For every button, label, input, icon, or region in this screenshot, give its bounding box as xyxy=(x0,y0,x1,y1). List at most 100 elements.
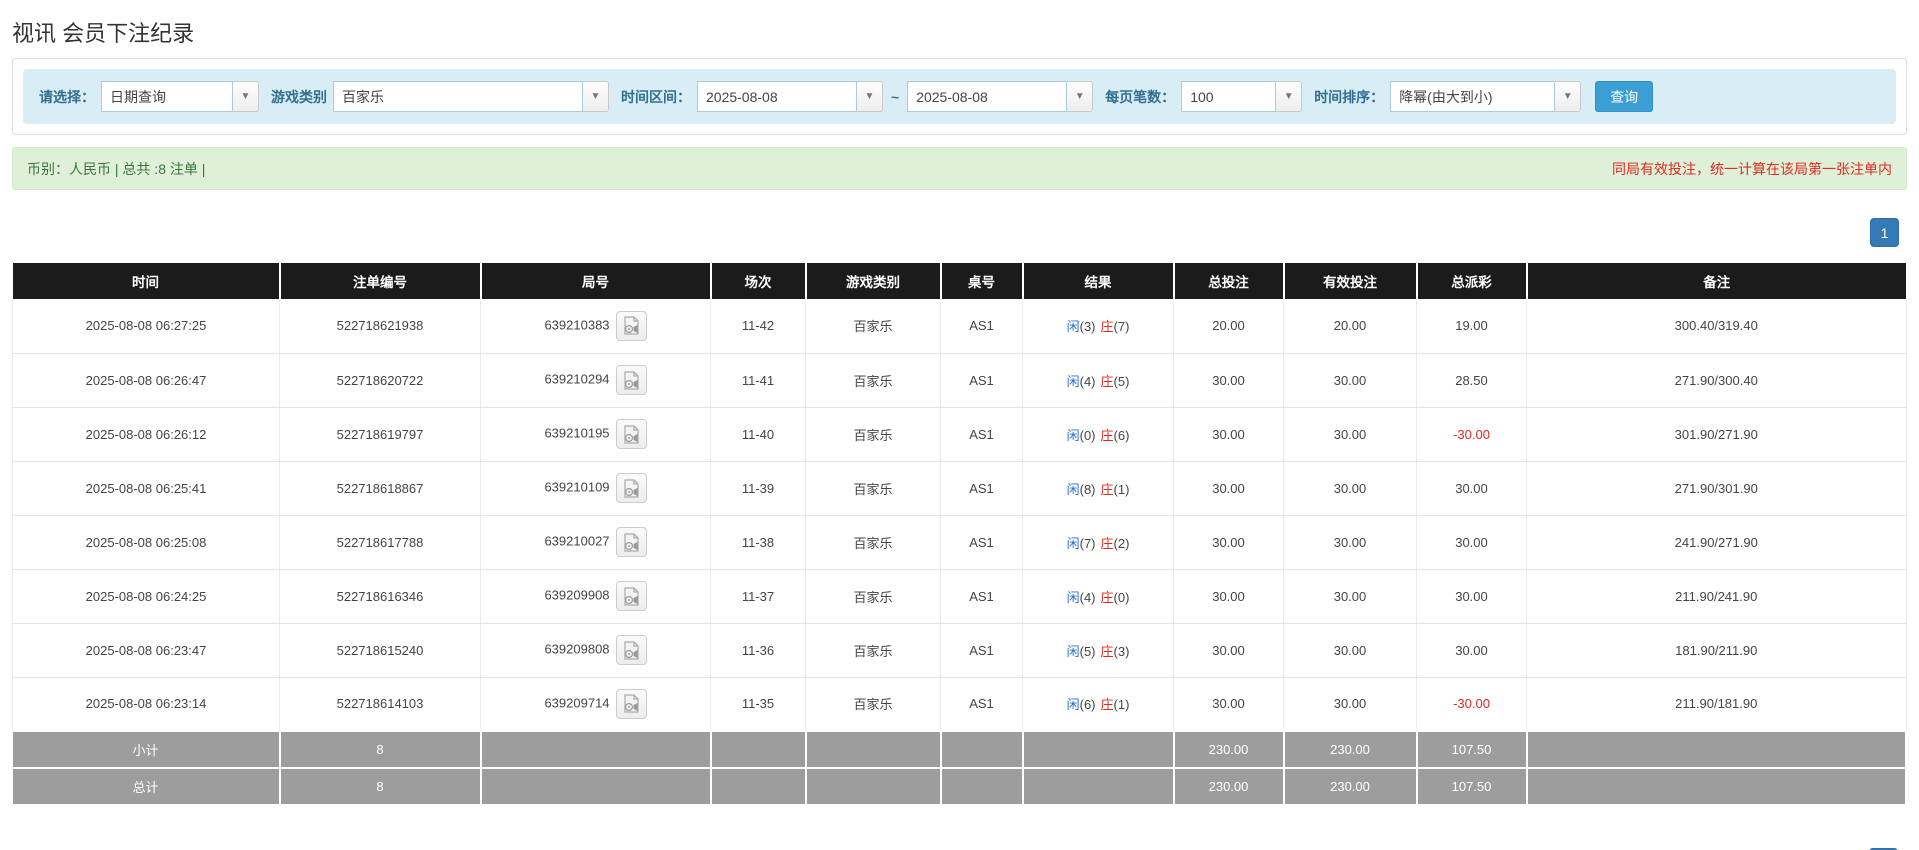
game-type-select[interactable]: ▼ xyxy=(333,81,609,112)
date-from-field[interactable] xyxy=(697,81,857,112)
cell-time: 2025-08-08 06:26:12 xyxy=(12,407,280,462)
cell-game-type: 百家乐 xyxy=(805,623,941,678)
total-total-bet: 230.00 xyxy=(1173,767,1285,806)
records-table: 时间 注单编号 局号 场次 游戏类别 桌号 结果 总投注 有效投注 总派彩 备注 2025-08-0… xyxy=(12,263,1907,806)
player-label: 闲 xyxy=(1066,535,1080,551)
search-button[interactable]: 查询 xyxy=(1595,81,1654,112)
time-sort-select[interactable]: ▼ xyxy=(1390,81,1582,112)
cell-table-no: AS1 xyxy=(940,407,1023,462)
cell-note: 181.90/211.90 xyxy=(1526,623,1907,678)
round-id-text: 639210383 xyxy=(544,317,610,333)
cell-bet-id: 522718618867 xyxy=(279,461,481,516)
total-bet-link[interactable]: 30.00 xyxy=(1173,461,1284,516)
cell-table-no: AS1 xyxy=(940,623,1023,678)
cell-game-type: 百家乐 xyxy=(805,353,941,408)
cell-bet-id: 522718614103 xyxy=(279,677,481,732)
cell-payout: 28.50 xyxy=(1416,353,1527,408)
column-header: 备注 xyxy=(1526,263,1906,299)
video-replay-button[interactable] xyxy=(615,688,647,719)
total-bet-link[interactable]: 30.00 xyxy=(1173,353,1284,408)
banker-count: (6) xyxy=(1113,427,1130,443)
video-replay-button[interactable] xyxy=(615,581,647,611)
page-size-label: 每页笔数： xyxy=(1105,88,1176,105)
chevron-down-icon[interactable]: ▼ xyxy=(857,81,883,112)
subtotal-row: 小计 8 230.00 230.00 107.50 xyxy=(12,730,1907,769)
column-header: 时间 xyxy=(12,263,281,299)
player-label: 闲 xyxy=(1066,697,1080,713)
cell-round-id: 639209908 xyxy=(480,569,711,624)
player-label: 闲 xyxy=(1066,643,1080,659)
cell-round-id: 639210294 xyxy=(480,353,711,408)
chevron-down-icon[interactable]: ▼ xyxy=(583,81,609,112)
cell-bet-id: 522718621938 xyxy=(279,299,481,354)
cell-valid-bet: 30.00 xyxy=(1283,677,1417,732)
player-count: (5) xyxy=(1079,643,1096,659)
video-replay-icon xyxy=(623,370,639,390)
cell-time: 2025-08-08 06:24:25 xyxy=(12,569,280,624)
chevron-down-icon[interactable]: ▼ xyxy=(1276,81,1303,112)
round-id-text: 639210195 xyxy=(544,425,610,441)
cell-payout: 19.00 xyxy=(1416,299,1527,354)
total-bet-link[interactable]: 30.00 xyxy=(1173,677,1284,732)
cell-payout: 30.00 xyxy=(1416,623,1527,678)
player-count: (8) xyxy=(1079,481,1096,497)
date-to-picker[interactable]: ▼ xyxy=(907,81,1094,112)
page-size-select[interactable]: ▼ xyxy=(1181,81,1303,112)
cell-result: 闲(8) 庄(1) xyxy=(1022,461,1174,516)
table-row: 2025-08-08 06:26:12 522718619797 6392101… xyxy=(12,407,1907,462)
banker-label: 庄 xyxy=(1100,643,1114,659)
banker-count: (0) xyxy=(1113,589,1130,605)
time-range-label: 时间区间： xyxy=(621,88,691,105)
column-header: 游戏类别 xyxy=(805,263,942,299)
subtotal-count: 8 xyxy=(279,730,482,769)
video-replay-button[interactable] xyxy=(615,310,647,341)
date-to-field[interactable] xyxy=(907,81,1068,112)
round-id-text: 639209808 xyxy=(544,641,610,657)
video-replay-button[interactable] xyxy=(615,473,647,503)
video-replay-button[interactable] xyxy=(615,635,647,665)
select-type-label: 请选择： xyxy=(39,88,95,105)
banker-label: 庄 xyxy=(1100,373,1114,389)
cell-table-no: AS1 xyxy=(940,461,1023,516)
cell-round-id: 639210195 xyxy=(480,407,711,462)
banker-label: 庄 xyxy=(1100,535,1114,551)
column-header: 场次 xyxy=(710,263,807,299)
page-size-value[interactable] xyxy=(1181,81,1277,112)
query-type-value[interactable] xyxy=(101,81,233,112)
cell-game-type: 百家乐 xyxy=(805,407,941,462)
video-replay-button[interactable] xyxy=(615,419,647,449)
cell-valid-bet: 30.00 xyxy=(1283,353,1417,408)
date-from-picker[interactable]: ▼ xyxy=(697,81,883,112)
chevron-down-icon[interactable]: ▼ xyxy=(233,81,259,112)
cell-valid-bet: 20.00 xyxy=(1283,299,1417,354)
total-bet-link[interactable]: 30.00 xyxy=(1173,515,1284,570)
query-type-select[interactable]: ▼ xyxy=(101,81,259,112)
video-replay-icon xyxy=(623,586,639,606)
cell-bet-id: 522718616346 xyxy=(279,569,481,624)
video-replay-icon xyxy=(623,694,639,713)
time-sort-value[interactable] xyxy=(1390,81,1556,112)
chevron-down-icon[interactable]: ▼ xyxy=(1555,81,1582,112)
total-bet-link[interactable]: 20.00 xyxy=(1173,299,1284,354)
column-header: 注单编号 xyxy=(279,263,482,299)
table-row: 2025-08-08 06:24:25 522718616346 6392099… xyxy=(12,569,1907,624)
total-bet-link[interactable]: 30.00 xyxy=(1173,569,1284,624)
subtotal-total-bet: 230.00 xyxy=(1173,730,1285,769)
page-1-button[interactable]: 1 xyxy=(1870,218,1899,247)
video-replay-icon xyxy=(623,640,639,660)
total-bet-link[interactable]: 30.00 xyxy=(1173,623,1284,678)
table-row: 2025-08-08 06:27:25 522718621938 6392103… xyxy=(12,299,1907,354)
cell-round-id: 639209808 xyxy=(480,623,711,678)
video-replay-button[interactable] xyxy=(615,527,647,557)
cell-session: 11-41 xyxy=(710,353,806,408)
chevron-down-icon[interactable]: ▼ xyxy=(1067,81,1094,112)
cell-note: 241.90/271.90 xyxy=(1526,515,1907,570)
game-type-value[interactable] xyxy=(333,81,583,112)
banker-label: 庄 xyxy=(1100,589,1114,605)
banker-label: 庄 xyxy=(1100,481,1114,497)
total-bet-link[interactable]: 30.00 xyxy=(1173,407,1284,462)
cell-time: 2025-08-08 06:23:14 xyxy=(12,677,280,732)
video-replay-button[interactable] xyxy=(615,365,647,395)
valid-bet-notice: 同局有效投注，统一计算在该局第一张注单内 xyxy=(1612,160,1892,177)
cell-game-type: 百家乐 xyxy=(805,569,941,624)
